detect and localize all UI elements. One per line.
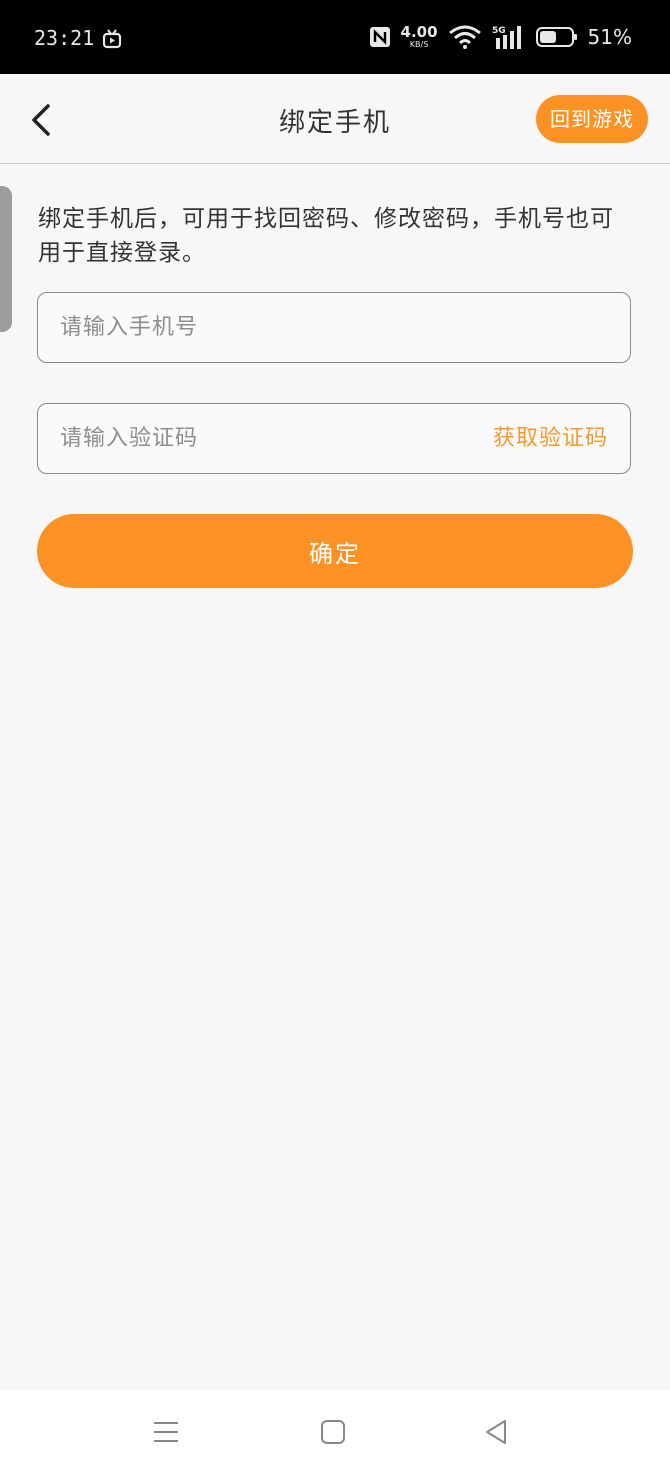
svg-text:5G: 5G: [492, 26, 506, 36]
network-speed: 4.00 KB/S: [400, 23, 438, 49]
status-bar: 23:21 4.00 KB/S 5G 51%: [0, 0, 670, 74]
floating-side-handle[interactable]: [0, 186, 12, 332]
bind-description: 绑定手机后，可用于找回密码、修改密码，手机号也可用于直接登录。: [38, 206, 614, 266]
return-to-game-button[interactable]: 回到游戏: [536, 95, 648, 143]
battery-icon: [535, 27, 577, 47]
status-time: 23:21: [34, 26, 95, 50]
phone-input[interactable]: [60, 293, 460, 362]
get-code-button[interactable]: 获取验证码: [493, 404, 608, 473]
home-icon[interactable]: [319, 1418, 347, 1446]
signal-icon: 5G: [492, 26, 521, 49]
system-nav-bar: [0, 1390, 670, 1473]
nfc-icon: [369, 27, 390, 47]
back-triangle-icon[interactable]: [483, 1418, 511, 1446]
phone-field: [37, 292, 631, 363]
menu-icon[interactable]: [152, 1418, 180, 1446]
app-header: 绑定手机 回到游戏: [0, 74, 670, 164]
battery-percent: 51%: [587, 25, 632, 49]
wifi-icon: [448, 25, 481, 49]
confirm-button[interactable]: 确定: [37, 514, 633, 588]
tv-icon: [102, 29, 122, 49]
status-icons: 4.00 KB/S 5G 51%: [369, 22, 632, 52]
code-field: 获取验证码: [37, 403, 631, 474]
code-input[interactable]: [60, 404, 460, 473]
